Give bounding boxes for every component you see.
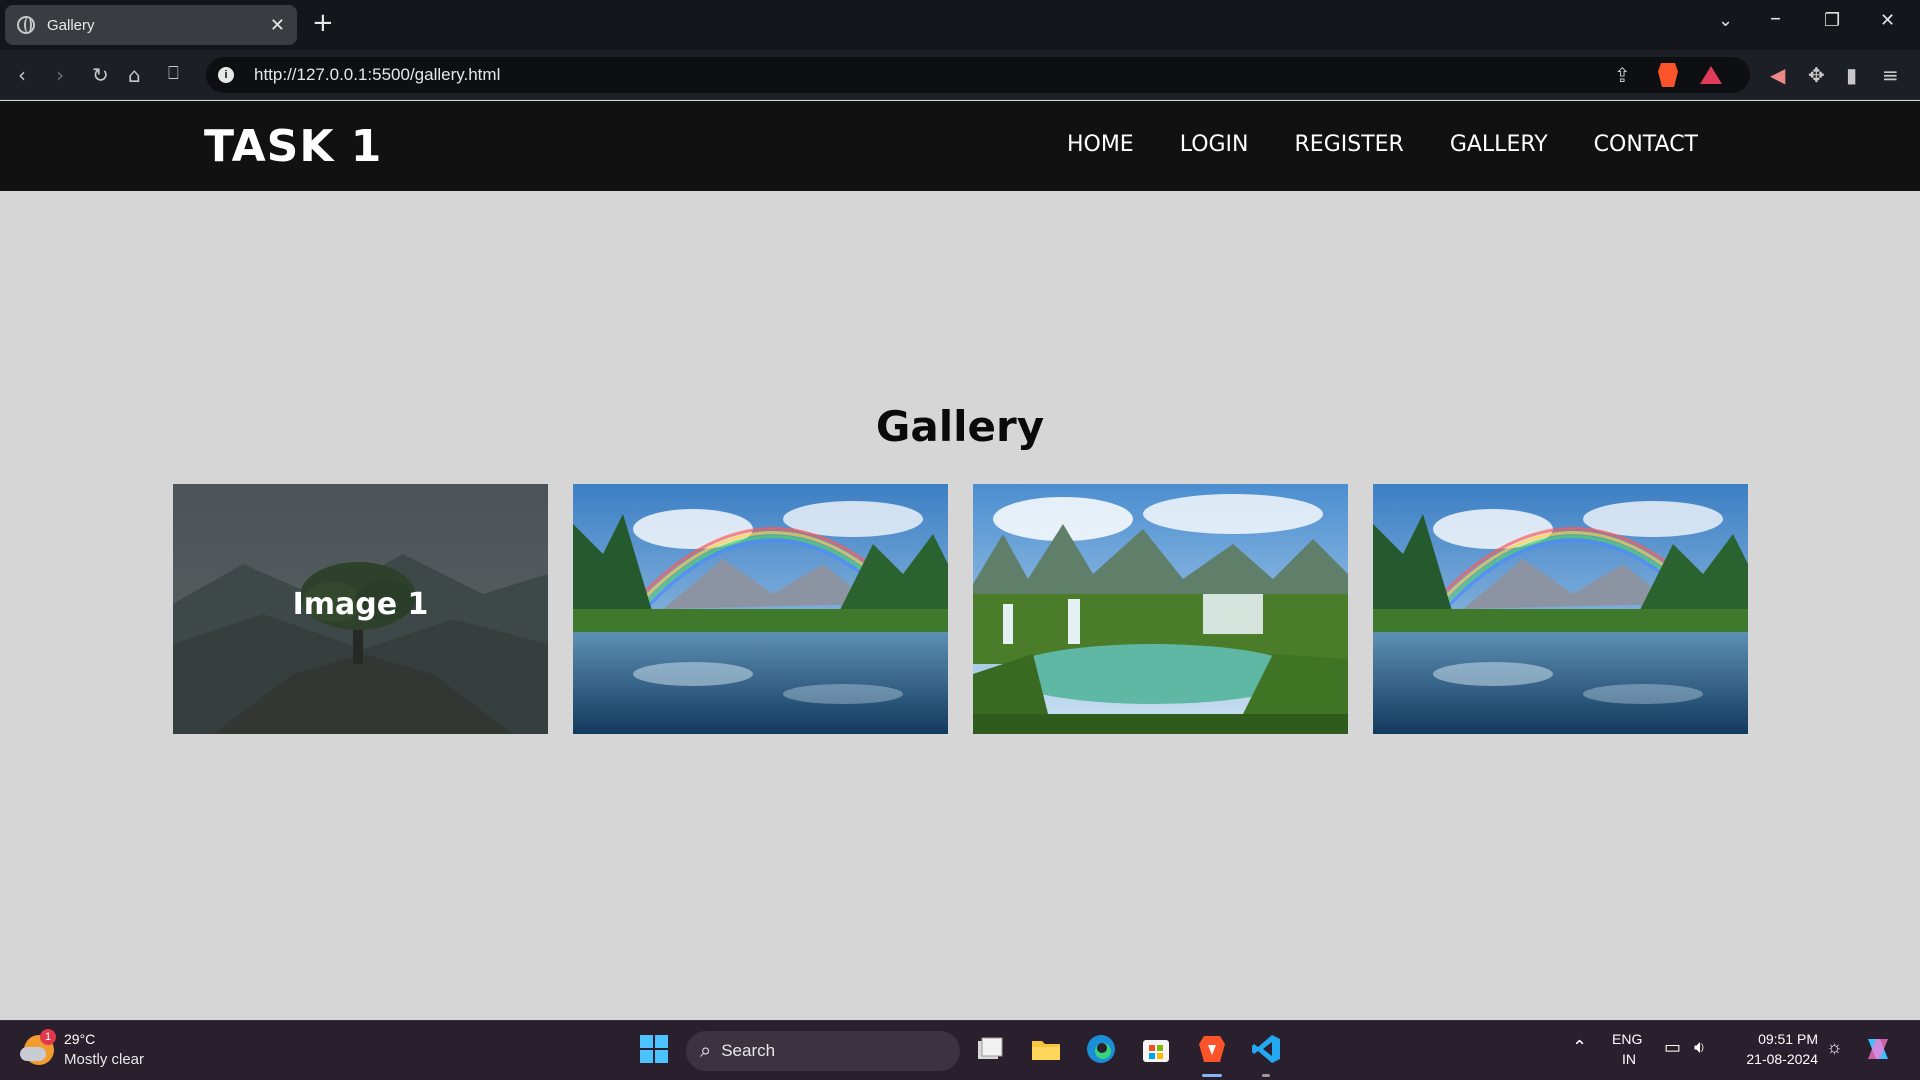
tab-gallery[interactable]: Gallery ✕ (5, 5, 297, 45)
gallery-card-1[interactable]: Image 1 (173, 484, 548, 734)
volume-icon[interactable]: 🔉︎ (1694, 1037, 1705, 1058)
active-app-indicator (1202, 1074, 1222, 1077)
waterfall-image (973, 484, 1348, 734)
vscode-icon[interactable] (1250, 1033, 1282, 1065)
url-text[interactable]: http://127.0.0.1:5500/gallery.html (254, 65, 500, 85)
search-label: Search (721, 1041, 776, 1060)
notifications-bell-icon[interactable]: ☼ (1826, 1037, 1843, 1058)
network-icon[interactable]: ▭ (1664, 1037, 1681, 1058)
address-bar[interactable]: i http://127.0.0.1:5500/gallery.html ⇪ (206, 57, 1750, 93)
new-tab-button[interactable]: + (312, 8, 334, 38)
nav-link-login[interactable]: LOGIN (1180, 132, 1249, 157)
close-window-icon[interactable]: ✕ (1880, 10, 1895, 31)
extensions-puzzle-icon[interactable]: ✥ (1808, 63, 1825, 87)
clock-time[interactable]: 09:51 PM (1740, 1031, 1818, 1047)
extension-icon[interactable]: ◀ (1770, 63, 1785, 87)
nav-link-home[interactable]: HOME (1067, 132, 1134, 157)
task-view-icon[interactable] (974, 1033, 1006, 1065)
share-icon[interactable]: ⇪ (1614, 63, 1631, 87)
restore-icon[interactable]: ❐ (1824, 10, 1840, 31)
nav-link-contact[interactable]: CONTACT (1594, 132, 1698, 157)
tab-title: Gallery (47, 16, 95, 34)
windows-start-icon[interactable] (638, 1033, 670, 1065)
rainbow-river-image (1373, 484, 1748, 734)
brave-rewards-icon[interactable] (1700, 66, 1722, 84)
reload-icon[interactable]: ↻ (92, 63, 109, 87)
gallery-card-3[interactable] (973, 484, 1348, 734)
gallery-grid: Image 1 (173, 484, 1748, 734)
microsoft-store-icon[interactable] (1140, 1033, 1172, 1065)
sidebar-icon[interactable]: ▮ (1846, 63, 1857, 87)
language-line-1[interactable]: ENG (1612, 1031, 1642, 1047)
forward-icon[interactable]: › (56, 63, 64, 87)
image-caption: Image 1 (292, 587, 429, 622)
brave-shields-icon[interactable] (1658, 63, 1678, 87)
tab-close-icon[interactable]: ✕ (270, 15, 285, 36)
search-icon: ⌕ (700, 1039, 712, 1062)
language-line-2[interactable]: IN (1622, 1051, 1636, 1067)
running-app-indicator (1262, 1074, 1270, 1077)
minimize-icon[interactable]: – (1770, 6, 1781, 31)
menu-icon[interactable]: ≡ (1882, 63, 1899, 87)
home-icon[interactable]: ⌂ (128, 63, 141, 87)
site-nav: HOME LOGIN REGISTER GALLERY CONTACT (1067, 132, 1698, 157)
tab-search-chevron-icon[interactable]: ⌄ (1718, 10, 1733, 31)
browser-toolbar: ‹ › ↻ ⌂ ⎕ i http://127.0.0.1:5500/galler… (0, 50, 1920, 100)
bookmark-icon[interactable]: ⎕ (168, 63, 179, 84)
file-explorer-icon[interactable] (1030, 1033, 1062, 1065)
globe-icon (17, 16, 35, 34)
site-info-icon[interactable]: i (218, 67, 234, 83)
site-header: TASK 1 HOME LOGIN REGISTER GALLERY CONTA… (0, 101, 1920, 191)
taskbar-search[interactable]: ⌕ Search (686, 1031, 960, 1071)
copilot-icon[interactable] (1862, 1033, 1894, 1065)
weather-description: Mostly clear (64, 1051, 145, 1068)
windows-taskbar: 1 29°C Mostly clear ⌕ Search ⌃ ENG IN ▭ … (0, 1020, 1920, 1080)
show-hidden-icons-chevron[interactable]: ⌃ (1572, 1037, 1587, 1058)
gallery-card-2[interactable] (573, 484, 948, 734)
temperature: 29°C (64, 1031, 96, 1047)
nav-link-gallery[interactable]: GALLERY (1450, 132, 1548, 157)
notification-badge: 1 (40, 1029, 56, 1045)
clock-date[interactable]: 21-08-2024 (1736, 1051, 1818, 1067)
back-icon[interactable]: ‹ (18, 63, 26, 87)
rainbow-river-image (573, 484, 948, 734)
site-logo[interactable]: TASK 1 (204, 121, 382, 172)
gallery-heading: Gallery (875, 402, 1045, 451)
nav-link-register[interactable]: REGISTER (1295, 132, 1404, 157)
brave-browser-icon[interactable] (1196, 1033, 1228, 1065)
edge-browser-icon[interactable] (1085, 1033, 1117, 1065)
gallery-card-4[interactable] (1373, 484, 1748, 734)
browser-tab-strip: Gallery ✕ + ⌄ – ❐ ✕ (0, 0, 1920, 50)
